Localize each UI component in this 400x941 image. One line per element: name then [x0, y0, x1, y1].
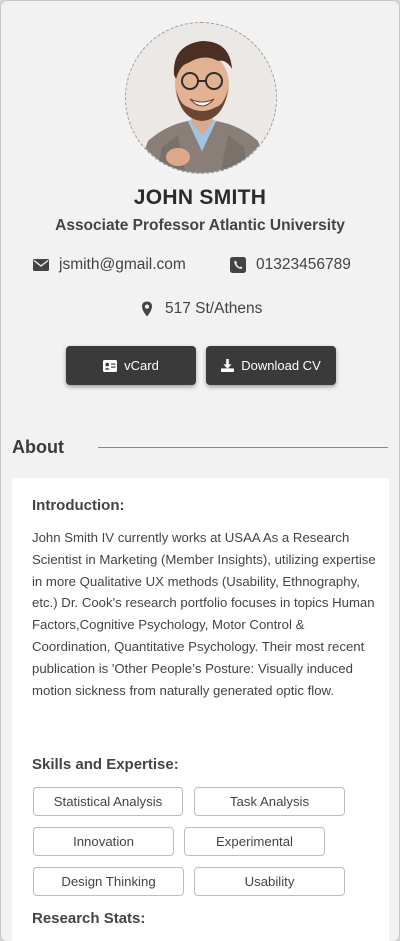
download-cv-label: Download CV — [241, 358, 321, 373]
skill-tag[interactable]: Design Thinking — [33, 867, 184, 896]
profile-name: JOHN SMITH — [133, 186, 267, 209]
phone-icon — [230, 257, 246, 273]
download-icon — [221, 359, 235, 372]
skill-tag[interactable]: Experimental — [184, 827, 325, 856]
email-contact[interactable]: jsmith@gmail.com — [33, 256, 186, 274]
research-stats-heading: Research Stats: — [32, 910, 146, 927]
about-panel: Introduction: John Smith IV currently wo… — [12, 478, 389, 941]
profile-photo — [126, 23, 276, 173]
avatar — [125, 22, 277, 174]
envelope-icon — [33, 259, 49, 271]
phone-text: 01323456789 — [256, 256, 351, 273]
skill-tag[interactable]: Task Analysis — [194, 787, 345, 816]
skill-tag[interactable]: Statistical Analysis — [33, 787, 183, 816]
phone-contact[interactable]: 01323456789 — [230, 256, 351, 274]
section-divider — [98, 447, 388, 448]
profile-card: JOHN SMITH Associate Professor Atlantic … — [1, 1, 399, 941]
skills-heading: Skills and Expertise: — [32, 756, 179, 773]
vcard-button[interactable]: vCard — [66, 346, 196, 385]
introduction-heading: Introduction: — [32, 497, 125, 514]
about-heading: About — [12, 437, 64, 457]
download-cv-button[interactable]: Download CV — [206, 346, 336, 385]
location-contact: 517 St/Athens — [139, 300, 262, 318]
map-pin-icon — [142, 301, 152, 317]
introduction-text: John Smith IV currently works at USAA As… — [32, 530, 376, 698]
email-text: jsmith@gmail.com — [59, 256, 186, 273]
location-text: 517 St/Athens — [165, 300, 263, 317]
skill-tag[interactable]: Innovation — [33, 827, 174, 856]
skill-tag[interactable]: Usability — [194, 867, 345, 896]
vcard-label: vCard — [124, 358, 159, 373]
id-card-icon — [103, 359, 118, 372]
profile-title: Associate Professor Atlantic University — [55, 217, 345, 234]
